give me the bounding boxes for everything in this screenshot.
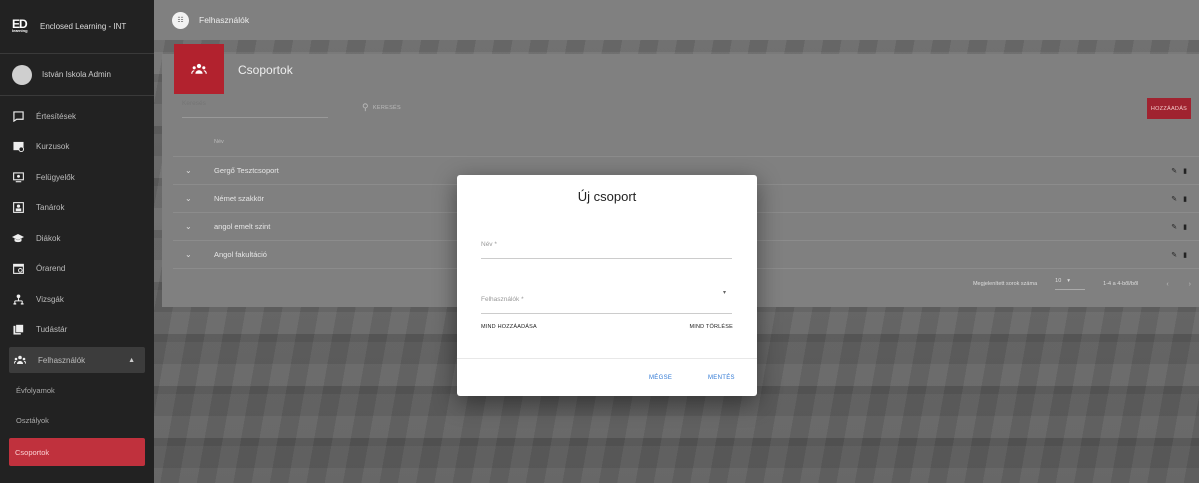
prev-page-icon[interactable]: ‹ <box>1166 281 1168 288</box>
delete-icon[interactable]: ▮ <box>1183 195 1187 203</box>
rows-per-page-value: 10 <box>1055 278 1062 284</box>
sidebar-item-supervisors[interactable]: Felügyelők <box>0 162 154 193</box>
sidebar-subitem-grades[interactable]: Évfolyamok <box>0 375 154 406</box>
next-page-icon[interactable]: › <box>1189 281 1191 288</box>
graduation-cap-icon <box>12 232 24 244</box>
users-select-label: Felhasználók * <box>481 296 524 303</box>
pagination: Megjelenített sorok száma 10 ▾ 1-4 a 4-b… <box>973 278 1191 290</box>
chat-icon <box>12 110 24 122</box>
cancel-button[interactable]: MÉGSE <box>649 375 672 381</box>
edit-icon[interactable]: ✎ <box>1171 251 1177 259</box>
teacher-icon <box>12 202 24 214</box>
sidebar-item-teachers[interactable]: Tanárok <box>0 193 154 224</box>
groups-header-icon <box>174 44 224 94</box>
sidebar-item-label: Órarend <box>36 264 66 274</box>
exam-icon <box>12 293 24 305</box>
search-field[interactable] <box>182 92 328 118</box>
row-name: angol emelt szint <box>214 222 271 231</box>
dropdown-arrow-icon: ▾ <box>722 290 726 296</box>
remove-all-button[interactable]: MIND TÖRLÉSE <box>689 324 733 330</box>
sidebar-item-label: Vizsgák <box>36 294 64 304</box>
dialog-divider <box>457 358 757 359</box>
users-icon <box>14 354 26 366</box>
dropdown-arrow-icon: ▾ <box>1067 278 1071 284</box>
sidebar-item-label: Felügyelők <box>36 172 75 182</box>
delete-icon[interactable]: ▮ <box>1183 223 1187 231</box>
sidebar-item-students[interactable]: Diákok <box>0 223 154 254</box>
row-name: Angol fakultáció <box>214 250 267 259</box>
row-name: Gergő Tesztcsoport <box>214 166 279 175</box>
calendar-icon <box>12 263 24 275</box>
users-select[interactable]: Felhasználók * ▾ <box>481 288 732 314</box>
delete-icon[interactable]: ▮ <box>1183 251 1187 259</box>
page-title: Felhasználók <box>199 15 250 25</box>
menu-toggle-icon[interactable]: ☷ <box>172 11 189 29</box>
edit-icon[interactable]: ✎ <box>1171 195 1177 203</box>
sidebar-item-courses[interactable]: Kurzusok <box>0 132 154 163</box>
user-name: István Iskola Admin <box>42 70 111 79</box>
chevron-up-icon: ▲ <box>128 356 135 364</box>
chevron-down-icon[interactable]: ⌄ <box>185 250 194 259</box>
library-icon <box>12 324 24 336</box>
avatar <box>12 64 32 85</box>
dialog-title: Új csoport <box>577 189 637 204</box>
sidebar-subitem-groups[interactable]: Csoportok <box>9 438 145 466</box>
brand[interactable]: ED learning Enclosed Learning - INT <box>0 0 154 54</box>
sidebar-item-notifications[interactable]: Értesítések <box>0 101 154 132</box>
courses-icon <box>12 141 24 153</box>
edit-icon[interactable]: ✎ <box>1171 167 1177 175</box>
sidebar-item-label: Kurzusok <box>36 142 70 152</box>
search-icon: ⚲ <box>362 102 369 112</box>
add-button[interactable]: HOZZÁADÁS <box>1147 98 1191 119</box>
chevron-down-icon[interactable]: ⌄ <box>185 166 194 175</box>
search-input[interactable] <box>182 100 328 107</box>
delete-icon[interactable]: ▮ <box>1183 167 1187 175</box>
edit-icon[interactable]: ✎ <box>1171 223 1177 231</box>
brand-logo: ED learning <box>12 17 28 33</box>
sidebar-item-library[interactable]: Tudástár <box>0 315 154 346</box>
brand-name: Enclosed Learning - INT <box>40 22 127 31</box>
sidebar-item-users[interactable]: Felhasználók ▲ <box>9 347 145 373</box>
save-button[interactable]: MENTÉS <box>708 375 735 381</box>
pagination-range: 1-4 a 4-ből/ből <box>1103 281 1139 287</box>
sidebar-item-label: Tudástár <box>36 325 68 335</box>
chevron-down-icon[interactable]: ⌄ <box>185 222 194 231</box>
panel-title: Csoportok <box>238 63 293 77</box>
sidebar-item-label: Diákok <box>36 233 61 243</box>
top-bar: ☷ Felhasználók <box>154 0 1199 40</box>
sidebar: ED learning Enclosed Learning - INT Istvá… <box>0 0 154 483</box>
user-profile[interactable]: István Iskola Admin <box>0 54 154 96</box>
sidebar-item-label: Felhasználók <box>38 355 86 365</box>
column-header-name[interactable]: Név <box>214 139 224 145</box>
monitor-icon <box>12 171 24 183</box>
rows-per-page-label: Megjelenített sorok száma <box>972 281 1038 287</box>
search-button[interactable]: ⚲ KERESÉS <box>362 102 401 113</box>
sidebar-item-label: Értesítések <box>36 111 77 121</box>
sidebar-subitem-classes[interactable]: Osztályok <box>0 406 154 437</box>
sidebar-item-exams[interactable]: Vizsgák <box>0 284 154 315</box>
search-button-label: KERESÉS <box>372 104 401 111</box>
rows-per-page-select[interactable]: 10 ▾ <box>1055 278 1086 290</box>
new-group-dialog: Új csoport Név * Felhasználók * ▾ MIND H… <box>457 175 757 396</box>
chevron-down-icon[interactable]: ⌄ <box>185 194 194 203</box>
add-all-button[interactable]: MIND HOZZÁADÁSA <box>481 324 537 330</box>
sidebar-item-timetable[interactable]: Órarend <box>0 254 154 285</box>
name-field[interactable]: Név * <box>481 233 732 259</box>
name-field-label: Név * <box>481 241 497 248</box>
row-name: Német szakkör <box>214 194 265 203</box>
sidebar-item-label: Tanárok <box>36 203 65 213</box>
